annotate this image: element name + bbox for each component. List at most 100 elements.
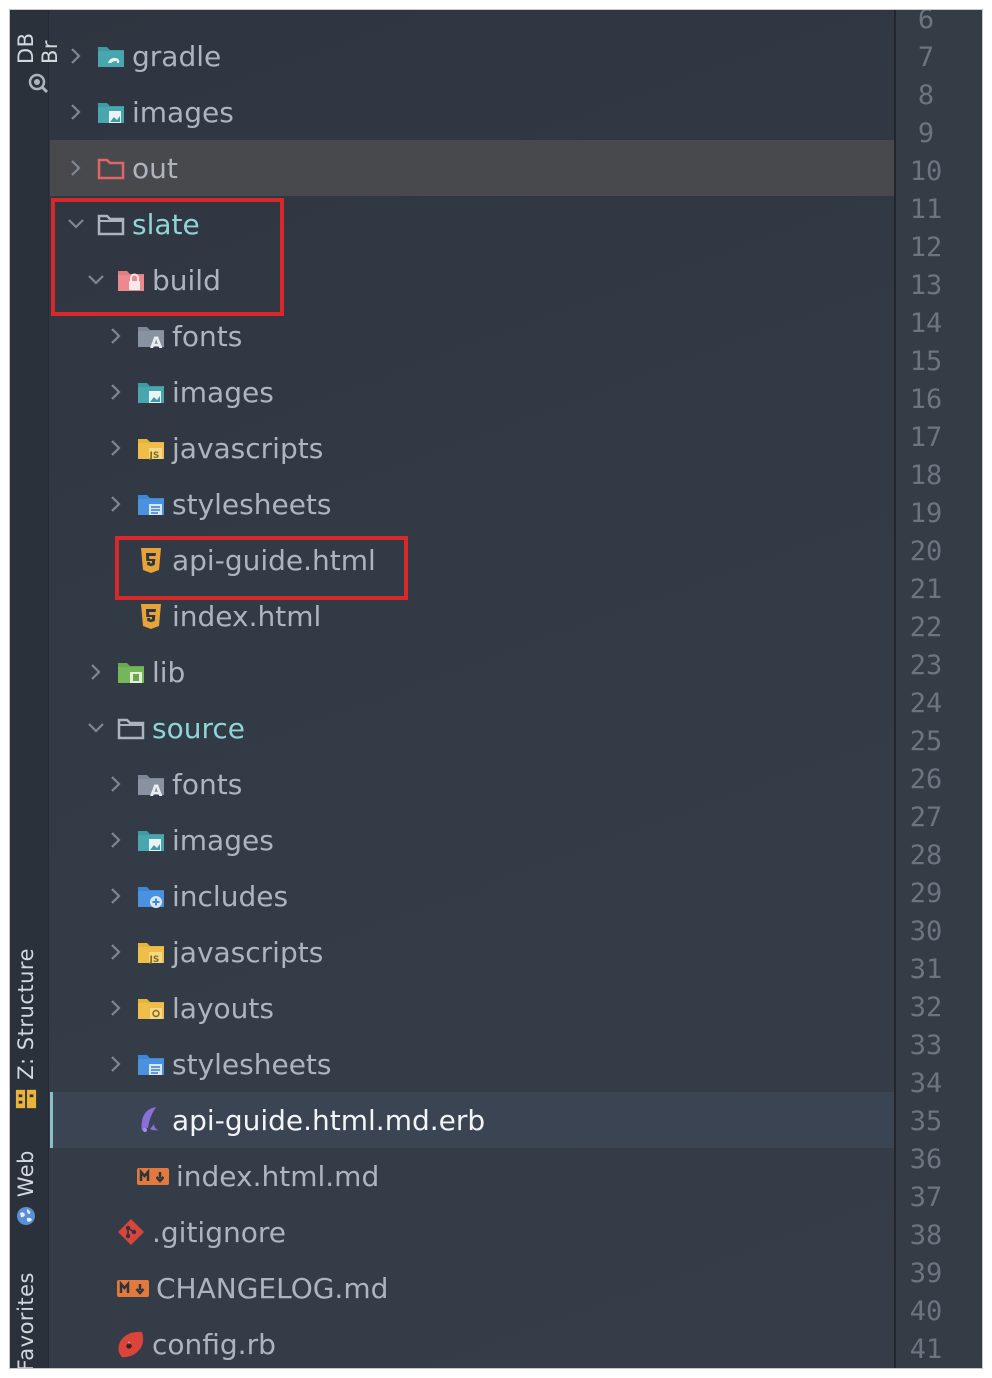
tree-row-fonts[interactable]: Afonts (50, 308, 894, 364)
line-number: 41 (909, 1334, 943, 1365)
tree-row-images[interactable]: images (50, 84, 894, 140)
chevron-down-icon[interactable] (86, 718, 106, 738)
line-number: 25 (909, 726, 943, 757)
ruby-file-icon (116, 1329, 146, 1359)
tree-item-label: out (132, 151, 178, 185)
line-number: 10 (909, 156, 943, 187)
chevron-right-icon[interactable] (66, 46, 86, 66)
folder-green-lib-icon (116, 657, 146, 687)
folder-yellow-layout-icon (136, 993, 166, 1023)
line-number: 33 (909, 1030, 943, 1061)
tree-item-label: gradle (132, 39, 222, 73)
line-number: 38 (909, 1220, 943, 1251)
folder-teal-gradle-icon (96, 41, 126, 71)
structure-tool-button[interactable]: Z: Structure (14, 948, 38, 1110)
tree-row-api-guide-html-md-erb[interactable]: api-guide.html.md.erb (50, 1092, 894, 1148)
tree-item-label: stylesheets (172, 487, 332, 521)
tree-item-label: images (172, 375, 274, 409)
svg-text:JS: JS (149, 955, 160, 965)
chevron-right-icon[interactable] (106, 326, 126, 346)
line-number: 36 (909, 1144, 943, 1175)
tree-row-changelog-md[interactable]: CHANGELOG.md (50, 1260, 894, 1316)
line-number: 37 (909, 1182, 943, 1213)
structure-label: Z: Structure (14, 948, 38, 1080)
line-number: 17 (909, 422, 943, 453)
line-number: 7 (917, 42, 935, 73)
tree-row-stylesheets[interactable]: stylesheets (50, 1036, 894, 1092)
tree-row-javascripts[interactable]: JS javascripts (50, 420, 894, 476)
chevron-right-icon[interactable] (86, 662, 106, 682)
line-number: 13 (909, 270, 943, 301)
line-number: 39 (909, 1258, 943, 1289)
tree-item-label: fonts (172, 319, 243, 353)
line-number: 28 (909, 840, 943, 871)
chevron-right-icon[interactable] (106, 886, 126, 906)
folder-blue-css-icon (136, 489, 166, 519)
folder-yellow-js-icon: JS (136, 937, 166, 967)
tree-row-images[interactable]: images (50, 364, 894, 420)
line-number: 35 (909, 1106, 943, 1137)
line-number: 27 (909, 802, 943, 833)
tree-row-javascripts[interactable]: JS javascripts (50, 924, 894, 980)
tree-item-label: lib (152, 655, 186, 689)
tree-row-layouts[interactable]: layouts (50, 980, 894, 1036)
tree-item-label: .gitignore (152, 1215, 286, 1249)
tree-item-label: javascripts (172, 431, 324, 465)
tree-row-stylesheets[interactable]: stylesheets (50, 476, 894, 532)
chevron-right-icon[interactable] (66, 102, 86, 122)
line-number-gutter: 6 7 8 9 10 11 12 13 14 15 16 17 18 19 20 21 22 23 24 25 26 27… (894, 10, 982, 1368)
chevron-right-icon[interactable] (66, 158, 86, 178)
favorites-tool-button[interactable]: Favorites (14, 1272, 38, 1368)
folder-red-outline-icon (96, 153, 126, 183)
line-number: 31 (909, 954, 943, 985)
tree-item-label: layouts (172, 991, 274, 1025)
svg-text:JS: JS (149, 451, 160, 461)
tree-item-label: config.rb (152, 1327, 276, 1361)
chevron-right-icon[interactable] (106, 494, 126, 514)
web-tool-button[interactable]: Web (14, 1150, 38, 1227)
favorites-label: Favorites (14, 1272, 38, 1368)
line-number: 34 (909, 1068, 943, 1099)
line-number: 24 (909, 688, 943, 719)
folder-blue-plus-icon (136, 881, 166, 911)
line-number: 32 (909, 992, 943, 1023)
chevron-right-icon[interactable] (106, 774, 126, 794)
tree-row-fonts[interactable]: Afonts (50, 756, 894, 812)
chevron-right-icon[interactable] (106, 830, 126, 850)
highlight-box-api-guide-html (115, 536, 408, 600)
tree-item-label: images (132, 95, 234, 129)
tree-row-gitignore[interactable]: .gitignore (50, 1204, 894, 1260)
tree-item-label: javascripts (172, 935, 324, 969)
folder-teal-image-icon (136, 377, 166, 407)
tree-row-out[interactable]: out (50, 140, 894, 196)
line-number: 40 (909, 1296, 943, 1327)
tree-row-includes[interactable]: includes (50, 868, 894, 924)
line-number: 11 (909, 194, 943, 225)
tree-row-gradle[interactable]: gradle (50, 28, 894, 84)
line-number: 30 (909, 916, 943, 947)
chevron-right-icon[interactable] (106, 438, 126, 458)
tree-row-index-html-md[interactable]: index.html.md (50, 1148, 894, 1204)
tool-window-strip: DB Br Z: Structure Web Favorites (10, 10, 62, 1368)
html5-file-icon (136, 601, 166, 631)
tree-row-config-rb[interactable]: config.rb (50, 1316, 894, 1368)
tree-item-label: fonts (172, 767, 243, 801)
folder-blue-css-icon (136, 1049, 166, 1079)
folder-yellow-js-icon: JS (136, 433, 166, 463)
web-label: Web (14, 1150, 38, 1198)
tree-item-label: stylesheets (172, 1047, 332, 1081)
chevron-right-icon[interactable] (106, 998, 126, 1018)
chevron-right-icon[interactable] (106, 382, 126, 402)
tree-row-images[interactable]: images (50, 812, 894, 868)
project-window: DB Br Z: Structure Web Favorites gradle i… (10, 10, 982, 1368)
line-number: 16 (909, 384, 943, 415)
tree-item-label: index.html.md (176, 1159, 380, 1193)
tree-row-source[interactable]: source (50, 700, 894, 756)
tree-row-lib[interactable]: lib (50, 644, 894, 700)
structure-icon (15, 1088, 37, 1110)
markdown-file-icon (116, 1273, 150, 1303)
globe-icon (15, 1205, 37, 1227)
line-number: 8 (917, 80, 935, 111)
chevron-right-icon[interactable] (106, 1054, 126, 1074)
chevron-right-icon[interactable] (106, 942, 126, 962)
